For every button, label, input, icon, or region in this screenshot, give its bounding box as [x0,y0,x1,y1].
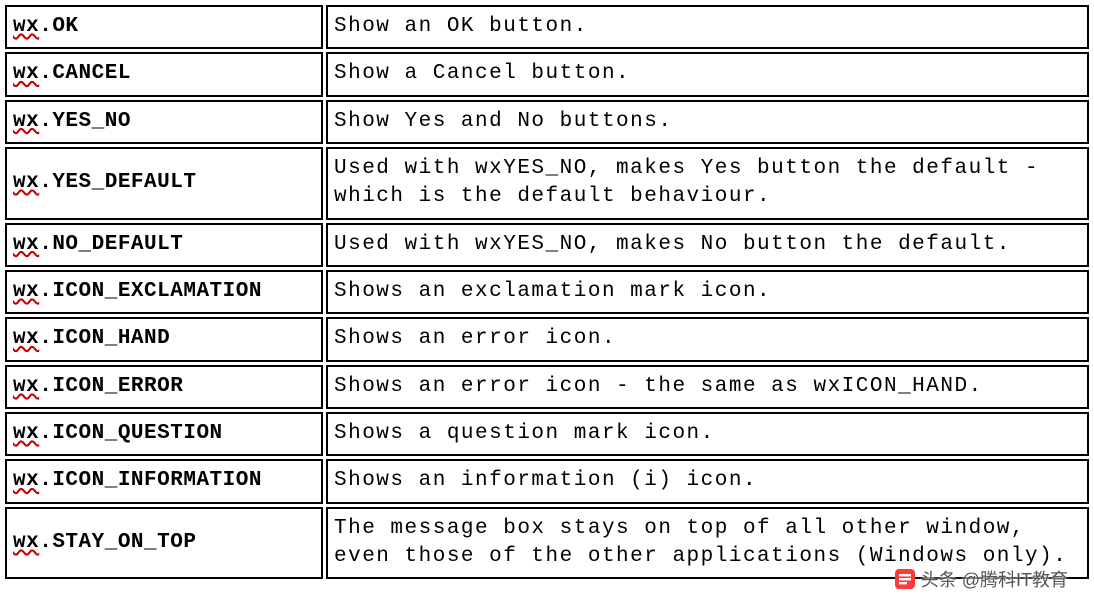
description-cell: Show an OK button. [326,5,1089,49]
description-cell: Shows an information (i) icon. [326,459,1089,503]
wx-prefix: wx [13,15,39,38]
description-cell: Shows an error icon - the same as wxICON… [326,365,1089,409]
constant-cell: wx.ICON_INFORMATION [5,459,323,503]
table-row: wx.NO_DEFAULT Used with wxYES_NO, makes … [5,223,1089,267]
wx-prefix: wx [13,233,39,256]
constant-name: .OK [39,15,78,38]
constant-cell: wx.CANCEL [5,52,323,96]
wx-prefix: wx [13,62,39,85]
constant-cell: wx.ICON_ERROR [5,365,323,409]
constant-name: .ICON_HAND [39,327,170,350]
table-row: wx.ICON_EXCLAMATION Shows an exclamation… [5,270,1089,314]
wx-prefix: wx [13,171,39,194]
wx-style-constants-table: wx.OK Show an OK button. wx.CANCEL Show … [2,2,1092,582]
wx-prefix: wx [13,110,39,133]
constant-cell: wx.ICON_EXCLAMATION [5,270,323,314]
constant-name: .YES_DEFAULT [39,171,196,194]
wx-prefix: wx [13,469,39,492]
constant-cell: wx.YES_DEFAULT [5,147,323,220]
description-cell: Used with wxYES_NO, makes No button the … [326,223,1089,267]
table-row: wx.ICON_INFORMATION Shows an information… [5,459,1089,503]
wx-prefix: wx [13,280,39,303]
constant-name: .YES_NO [39,110,131,133]
table-row: wx.CANCEL Show a Cancel button. [5,52,1089,96]
watermark: 头条 @腾科IT教育 [895,566,1068,592]
constant-cell: wx.YES_NO [5,100,323,144]
constant-cell: wx.ICON_QUESTION [5,412,323,456]
table-row: wx.ICON_HAND Shows an error icon. [5,317,1089,361]
constant-cell: wx.STAY_ON_TOP [5,507,323,580]
constant-name: .ICON_INFORMATION [39,469,262,492]
constant-name: .STAY_ON_TOP [39,531,196,554]
toutiao-icon [895,569,915,589]
description-cell: Shows an error icon. [326,317,1089,361]
wx-prefix: wx [13,422,39,445]
constant-name: .CANCEL [39,62,131,85]
constant-name: .ICON_QUESTION [39,422,222,445]
table-row: wx.YES_DEFAULT Used with wxYES_NO, makes… [5,147,1089,220]
constant-cell: wx.NO_DEFAULT [5,223,323,267]
table-row: wx.ICON_QUESTION Shows a question mark i… [5,412,1089,456]
table-row: wx.OK Show an OK button. [5,5,1089,49]
wx-prefix: wx [13,375,39,398]
description-cell: Shows a question mark icon. [326,412,1089,456]
description-cell: Shows an exclamation mark icon. [326,270,1089,314]
table-row: wx.YES_NO Show Yes and No buttons. [5,100,1089,144]
constant-name: .ICON_EXCLAMATION [39,280,262,303]
constant-cell: wx.OK [5,5,323,49]
description-cell: Used with wxYES_NO, makes Yes button the… [326,147,1089,220]
description-cell: Show a Cancel button. [326,52,1089,96]
table-row: wx.ICON_ERROR Shows an error icon - the … [5,365,1089,409]
wx-prefix: wx [13,327,39,350]
watermark-text: 头条 @腾科IT教育 [921,570,1068,590]
constant-name: .ICON_ERROR [39,375,183,398]
description-cell: Show Yes and No buttons. [326,100,1089,144]
constant-cell: wx.ICON_HAND [5,317,323,361]
constant-name: .NO_DEFAULT [39,233,183,256]
wx-prefix: wx [13,531,39,554]
